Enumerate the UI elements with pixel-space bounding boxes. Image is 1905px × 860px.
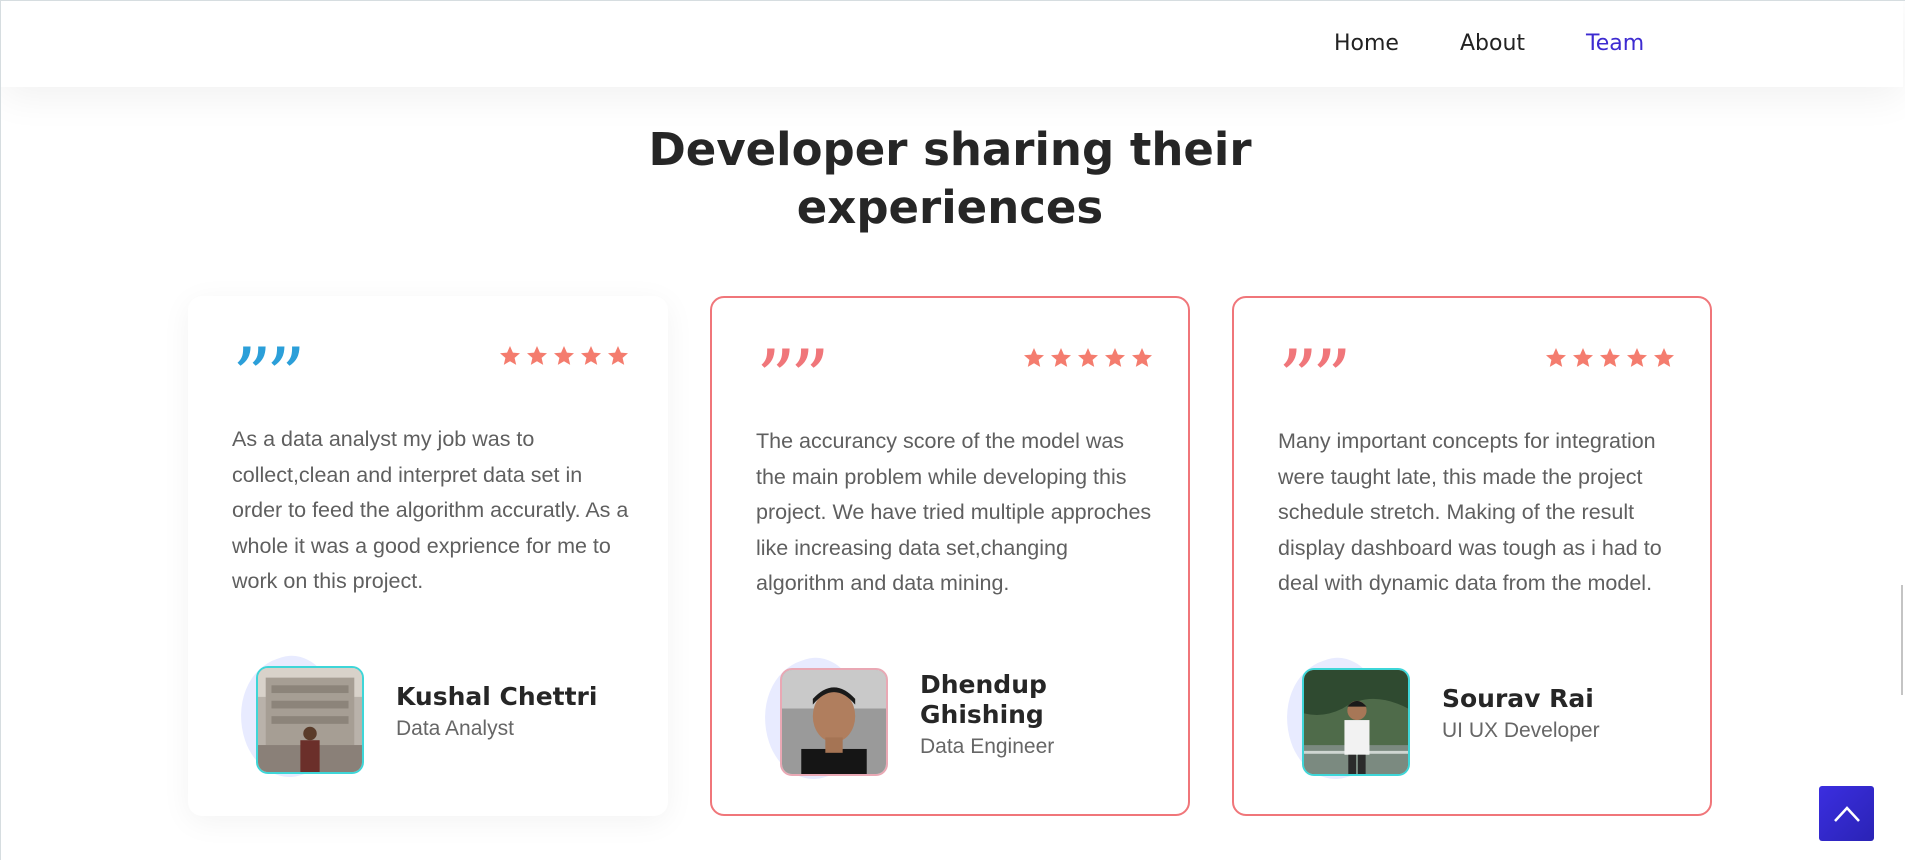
testimonial-text: The accurancy score of the model was the…	[756, 429, 1152, 595]
nav-team-link[interactable]: Team	[1586, 27, 1644, 61]
star-icon	[1132, 348, 1152, 367]
quote-icon: ””	[756, 334, 830, 424]
star-icon	[554, 346, 574, 365]
avatar-photo	[1304, 670, 1408, 774]
star-icon	[527, 346, 547, 365]
star-icon	[608, 346, 628, 365]
star-icon	[1600, 348, 1620, 367]
main-nav: Home About Team	[1334, 27, 1705, 61]
person-name: Kushal Chettri	[396, 682, 598, 711]
star-icon	[500, 346, 520, 365]
testimonial-text: As a data analyst my job was to collect,…	[232, 427, 629, 593]
avatar	[256, 666, 364, 774]
nav-home-link[interactable]: Home	[1334, 27, 1399, 61]
testimonial-card-1: ”” As a data analyst my job was to colle…	[188, 296, 668, 816]
avatar	[1302, 668, 1410, 776]
star-icon	[581, 346, 601, 365]
section-heading: Developer sharing their experiences	[0, 121, 1900, 237]
star-icon	[1546, 348, 1566, 367]
star-icon	[1573, 348, 1593, 367]
person-role: UI UX Developer	[1442, 719, 1600, 742]
avatar	[780, 668, 888, 776]
top-navbar: Home About Team	[1, 1, 1903, 87]
quote-icon: ””	[232, 332, 306, 422]
rating-stars	[1022, 346, 1154, 370]
scroll-to-top-button[interactable]	[1819, 786, 1874, 841]
star-icon	[1078, 348, 1098, 367]
star-icon	[1024, 348, 1044, 367]
star-icon	[1654, 348, 1674, 367]
person-role: Data Analyst	[396, 717, 514, 740]
rating-stars	[1544, 346, 1676, 370]
star-icon	[1105, 348, 1125, 367]
avatar-photo	[258, 668, 362, 772]
person-role: Data Engineer	[920, 735, 1055, 758]
nav-about-link[interactable]: About	[1460, 27, 1525, 61]
rating-stars	[498, 344, 630, 368]
page-scrollbar[interactable]	[1901, 585, 1903, 695]
quote-icon: ””	[1278, 334, 1352, 424]
testimonial-card-3: ”” Many important concepts for integrati…	[1232, 296, 1712, 816]
person-name: Sourav Rai	[1442, 684, 1594, 713]
star-icon	[1051, 348, 1071, 367]
avatar-photo	[782, 670, 886, 774]
chevron-up-icon	[1833, 805, 1860, 822]
heading-rest-text: their	[1114, 123, 1252, 177]
testimonial-text: Many important concepts for integration …	[1278, 429, 1662, 595]
testimonial-card-2: ”” The accurancy score of the model was …	[710, 296, 1190, 816]
heading-line2-text: experiences	[796, 181, 1104, 235]
heading-bold-text: Developer sharing	[648, 123, 1115, 177]
person-name: Dhendup Ghishing	[920, 670, 1047, 729]
star-icon	[1627, 348, 1647, 367]
